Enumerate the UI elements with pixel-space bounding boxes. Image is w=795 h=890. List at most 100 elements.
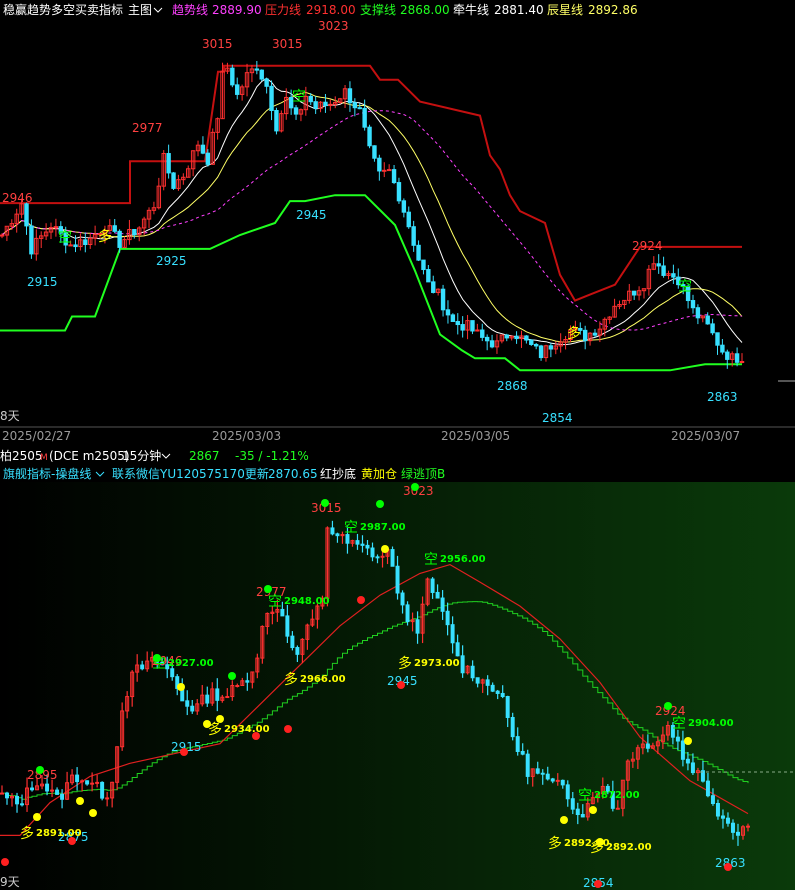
signal-dot: [76, 797, 84, 805]
candle-body: [520, 750, 525, 755]
candle-body: [455, 642, 460, 657]
candle-body: [245, 680, 250, 683]
candle-body: [730, 822, 735, 833]
candle-body: [295, 647, 300, 655]
signal-dot: [560, 816, 568, 824]
candle-body: [285, 615, 290, 637]
candle-body: [20, 803, 25, 806]
candle-body: [739, 360, 745, 363]
candle-body: [390, 549, 395, 567]
pressure-value: 2918.00: [306, 3, 356, 17]
indicator-value: 2870.65: [268, 467, 318, 481]
candle-body: [386, 169, 392, 172]
legend-yellow-add: 黄加仓: [361, 467, 397, 481]
candle-body: [205, 152, 211, 165]
candle-body: [30, 787, 35, 791]
candle-body: [132, 229, 137, 236]
legend-red-bottom: 红抄底: [320, 466, 356, 481]
signal-dot: [594, 880, 602, 888]
candle-body: [695, 307, 701, 319]
candle-body: [575, 808, 580, 816]
candle-body: [235, 84, 240, 95]
pressure-label: 压力线: [265, 3, 301, 17]
chevron-down-icon[interactable]: [95, 471, 105, 477]
candle-body: [510, 716, 515, 738]
price-label: 3015: [202, 37, 233, 51]
bull-value: 2881.40: [494, 3, 544, 17]
bull-signal: 多: [20, 825, 34, 842]
candle-body: [308, 95, 313, 103]
last-price: 2867: [189, 449, 220, 463]
star-value: 2892.86: [588, 3, 638, 17]
candle-body: [406, 211, 411, 228]
signal-dot: [177, 683, 185, 691]
candle-body: [370, 547, 375, 558]
candle-body: [592, 332, 598, 336]
signal-dot: [411, 483, 419, 491]
candle-body: [480, 329, 485, 338]
symbol-mark: M: [40, 453, 48, 463]
candle-body: [455, 320, 460, 326]
symbol-name[interactable]: 柏2505: [0, 448, 43, 463]
candle-body: [365, 544, 370, 549]
bear-signal: 空: [152, 656, 166, 672]
candle-body: [715, 332, 720, 346]
bear-signal: 空: [344, 520, 358, 536]
candle-body: [75, 774, 80, 783]
candle-body: [710, 323, 715, 334]
date-tick: 2025/03/05: [441, 429, 510, 443]
candle-body: [259, 69, 264, 80]
candle-body: [460, 324, 465, 331]
candle-body: [313, 101, 318, 109]
candle-body: [382, 169, 387, 172]
candle-body: [538, 345, 544, 359]
bear-signal: 空: [58, 230, 72, 246]
candle-body: [360, 543, 365, 546]
bear-signal: 空: [292, 89, 306, 105]
candle-body: [83, 239, 88, 246]
candle-body: [565, 784, 570, 800]
candle-body: [335, 533, 340, 537]
candle-body: [80, 780, 85, 783]
candle-body: [372, 145, 377, 159]
candle-body: [377, 157, 382, 172]
candle-body: [725, 351, 730, 360]
candle-body: [29, 225, 34, 255]
candle-body: [352, 102, 358, 109]
candle-body: [545, 773, 550, 780]
signal-value: 2966.00: [300, 674, 346, 685]
indicator-name-bottom[interactable]: 旗舰指标-操盘线: [3, 466, 91, 481]
candle-body: [550, 778, 555, 782]
candle-body: [746, 825, 750, 828]
price-label: 2868: [497, 379, 528, 393]
interval-menu[interactable]: 15分钟: [122, 448, 161, 463]
candle-body: [15, 795, 20, 805]
candle-body: [470, 320, 475, 332]
signal-dot: [89, 809, 97, 817]
price-label: 3015: [272, 37, 303, 51]
signal-dot: [397, 681, 405, 689]
candle-body: [720, 344, 725, 353]
candle-body: [580, 814, 585, 818]
indicator-name: 稳赢趋势多空买卖指标: [3, 2, 123, 17]
bull-signal: 多: [398, 655, 412, 672]
date-tick: 2025/03/03: [212, 429, 281, 443]
candle-body: [415, 619, 420, 634]
signal-dot: [357, 596, 365, 604]
chart-mode-menu[interactable]: 主图: [128, 3, 152, 17]
candle-body: [293, 107, 299, 115]
candle-body: [705, 315, 710, 325]
candle-body: [105, 797, 110, 800]
signal-value: 2872.00: [594, 790, 640, 801]
candle-body: [445, 610, 450, 626]
candle-body: [50, 789, 55, 792]
candle-body: [515, 736, 520, 752]
candle-body: [631, 290, 637, 296]
bull-signal: 多: [567, 325, 581, 342]
candle-body: [355, 540, 360, 545]
futures-chart[interactable]: 稳赢趋势多空买卖指标 主图 趋势线 2889.90 压力线 2918.00 支撑…: [0, 0, 795, 890]
candle-body: [555, 779, 560, 782]
signal-dot: [684, 737, 692, 745]
candle-body: [450, 624, 455, 644]
candle-body: [582, 329, 588, 342]
